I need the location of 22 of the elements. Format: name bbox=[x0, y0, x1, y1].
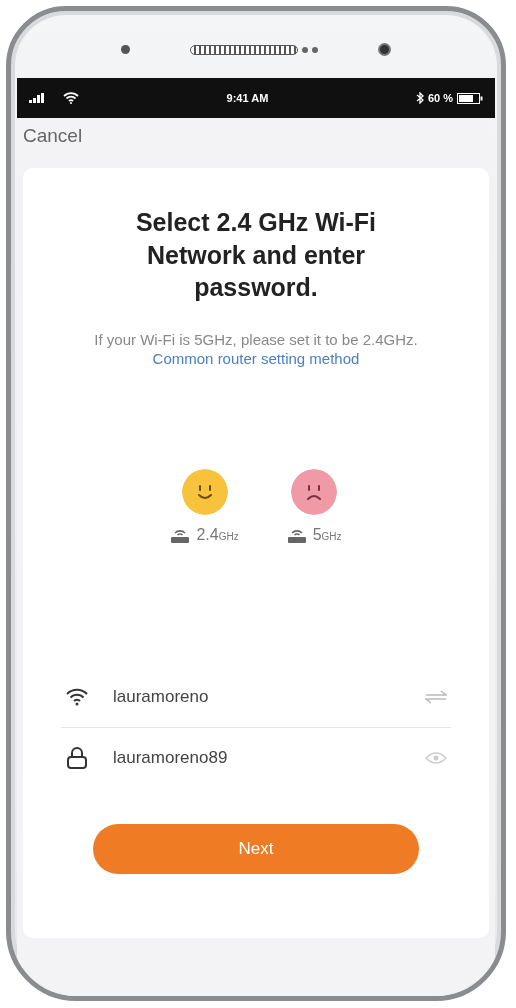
router-setting-link[interactable]: Common router setting method bbox=[152, 350, 360, 367]
hint-text: If your Wi-Fi is 5GHz, please set it to be 2.4GHz. Common router setting method bbox=[93, 329, 419, 369]
sensor-icon bbox=[121, 45, 130, 54]
band-label: 5GHz bbox=[312, 524, 342, 545]
camera-icon bbox=[378, 43, 391, 56]
network-field[interactable]: lauramoreno bbox=[111, 682, 403, 711]
wifi-icon bbox=[65, 687, 89, 706]
bluetooth-icon bbox=[415, 92, 424, 104]
switch-icon[interactable] bbox=[425, 689, 447, 704]
battery-icon bbox=[457, 92, 483, 104]
page-title: Select 2.4 GHz Wi-Fi Network and enter password. bbox=[134, 207, 378, 303]
lock-icon bbox=[65, 745, 89, 770]
speaker-icon bbox=[190, 44, 318, 55]
signal-icon bbox=[29, 93, 47, 103]
battery-level: 60 % bbox=[427, 90, 453, 106]
password-field[interactable]: lauramoreno89 bbox=[111, 743, 403, 772]
wifi-icon bbox=[63, 92, 79, 104]
clock-time: 9:41 AM bbox=[225, 90, 270, 106]
band-label: 2.4GHz bbox=[196, 524, 239, 545]
cancel-link[interactable]: Cancel bbox=[17, 118, 495, 168]
eye-icon[interactable] bbox=[425, 750, 447, 765]
next-button[interactable]: Next bbox=[93, 823, 419, 874]
